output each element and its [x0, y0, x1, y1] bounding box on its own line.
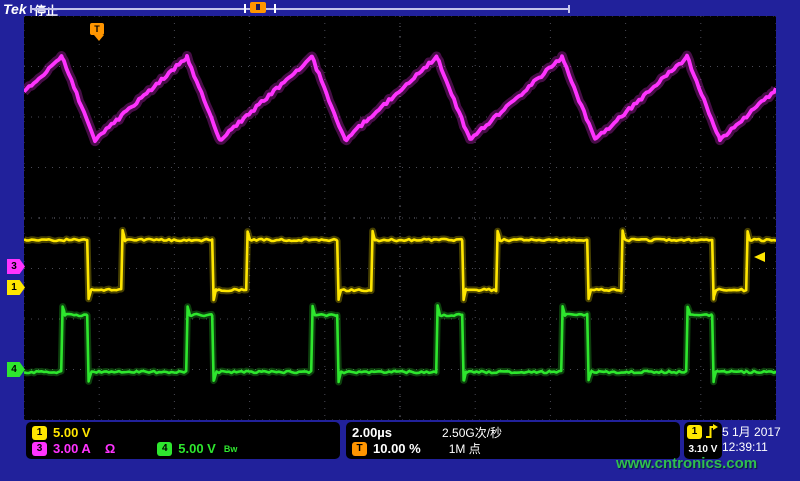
trigger-level-readout: 3.10 V	[689, 444, 718, 455]
trigger-source-badge: 1	[687, 425, 702, 439]
trigger-level-arrow-icon	[754, 252, 765, 262]
bandwidth-limit-icon: Bw	[224, 444, 238, 454]
ch4-badge: 4	[157, 442, 172, 456]
waveform-display	[24, 16, 776, 420]
record-view-left-bracket	[30, 5, 32, 13]
trigger-position-arrow-icon	[94, 35, 104, 41]
record-view-right-bracket	[568, 5, 570, 13]
ch3-position-marker: 3	[7, 259, 25, 274]
trigger-position-readout: 10.00 %	[373, 441, 421, 456]
trigger-readouts-box: 1 3.10 V	[684, 422, 722, 459]
rising-edge-icon	[705, 424, 718, 439]
sample-rate-readout: 2.50G次/秒	[442, 424, 502, 441]
watermark: www.cntronics.com	[616, 455, 757, 472]
datetime-block: 5 1月 2017 12:39:11	[722, 423, 781, 457]
ch3-scale: 3.00 A	[53, 441, 91, 456]
ch1-scale: 5.00 V	[53, 425, 91, 440]
ch3-coupling-indicator: Ω	[105, 441, 115, 456]
ch3-badge: 3	[32, 442, 47, 456]
trigger-position-flag: T	[90, 23, 104, 35]
timebase-readout: 2.00µs	[352, 425, 392, 440]
brand-logo: Tek	[3, 1, 27, 17]
ch4-position-marker: 4	[7, 362, 25, 377]
channel-readouts-box: 1 5.00 V 3 3.00 A Ω 4 5.00 V Bw	[26, 422, 340, 459]
window-right-marker	[274, 4, 276, 13]
trigger-position-badge: T	[352, 442, 367, 456]
record-view-line	[30, 8, 570, 10]
expansion-point-icon	[250, 2, 266, 13]
record-length-readout: 1M 点	[449, 440, 481, 457]
horizontal-readouts-box: 2.00µs 2.50G次/秒 T 10.00 % 1M 点	[346, 422, 680, 459]
oscilloscope-screen: Tek 停止 T 3 1 4 1 5.00 V 3 3.00 A Ω 4 5.0…	[0, 0, 800, 481]
date-readout: 5 1月 2017	[722, 423, 781, 440]
ch1-position-marker: 1	[7, 280, 25, 295]
ch4-scale: 5.00 V	[178, 441, 216, 456]
ch1-badge: 1	[32, 426, 47, 440]
window-left-marker	[244, 4, 246, 13]
